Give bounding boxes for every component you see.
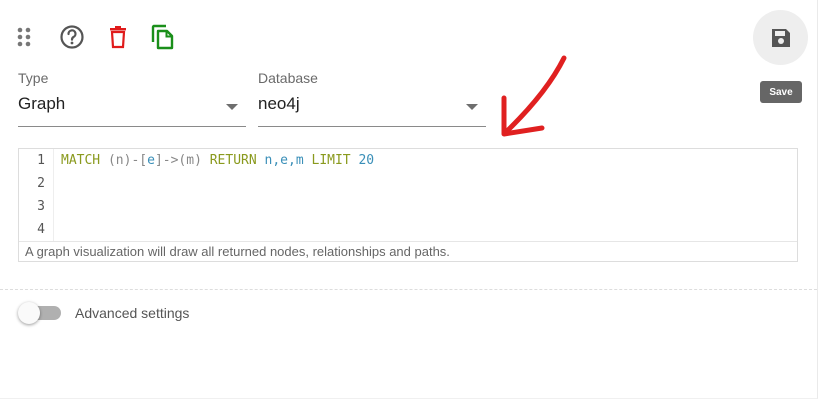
database-value: neo4j	[258, 94, 300, 113]
advanced-settings-label: Advanced settings	[75, 305, 190, 321]
trash-icon[interactable]	[104, 23, 132, 51]
toggle-knob[interactable]	[18, 302, 40, 324]
floppy-disk-icon	[771, 28, 790, 47]
code-token: 20	[350, 153, 375, 168]
code-token: ]->(m)	[154, 153, 210, 168]
type-label: Type	[18, 70, 49, 86]
section-divider	[0, 289, 817, 290]
line-number: 2	[37, 176, 45, 191]
code-line-1[interactable]: MATCH (n)-[e]->(m) RETURN n,e,m LIMIT 20	[61, 153, 374, 168]
chevron-down-icon	[226, 104, 238, 110]
red-arrow-annotation	[501, 55, 567, 137]
keyword-limit: LIMIT	[311, 153, 351, 168]
help-icon[interactable]	[58, 23, 86, 51]
line-number: 3	[37, 199, 45, 214]
database-label: Database	[258, 70, 318, 86]
query-editor[interactable]: 1 2 3 4 MATCH (n)-[e]->(m) RETURN n,e,m …	[18, 148, 798, 262]
save-button[interactable]	[753, 10, 808, 65]
line-number-gutter: 1 2 3 4	[19, 149, 54, 241]
code-token: e	[147, 153, 155, 168]
database-select[interactable]: neo4j	[258, 92, 486, 127]
drag-handle-icon[interactable]	[10, 23, 38, 51]
code-token: (n)-[	[100, 153, 148, 168]
chevron-down-icon	[466, 104, 478, 110]
keyword-match: MATCH	[61, 153, 101, 168]
type-value: Graph	[18, 94, 66, 113]
type-select[interactable]: Graph	[18, 92, 246, 127]
report-card: Type Graph Database neo4j Save 1 2 3 4 M…	[0, 0, 818, 399]
line-number: 1	[37, 153, 45, 168]
line-number: 4	[37, 222, 45, 237]
copy-icon[interactable]	[149, 23, 177, 51]
keyword-return: RETURN	[209, 153, 257, 168]
code-token: n,e,m	[256, 153, 312, 168]
save-tooltip: Save	[760, 81, 802, 103]
editor-help-text: A graph visualization will draw all retu…	[19, 241, 797, 261]
